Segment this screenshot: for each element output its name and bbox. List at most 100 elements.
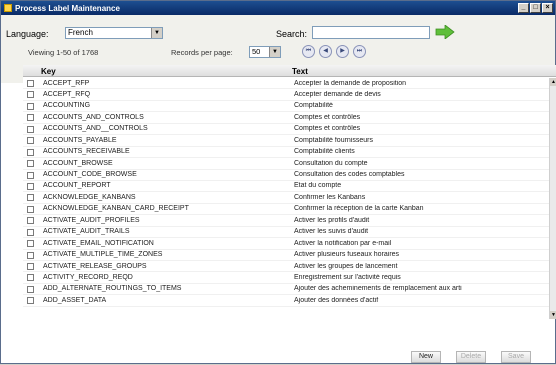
table-row[interactable]: ACCOUNTS_PAYABLE Comptabilité fournisseur… [23,135,549,147]
grid-rows: ACCEPT_RFP Accepter la demande de proposi… [23,78,549,307]
table-row[interactable]: ACTIVITY_RECORD_REQD Enregistrement sur l… [23,272,549,284]
language-value: French [68,28,93,37]
row-text: Activer les profils d'audit [294,216,370,224]
row-checkbox[interactable] [27,114,34,122]
row-text: Confirmer les Kanbans [294,193,366,201]
row-key: ACKNOWLEDGE_KANBAN_CARD_RECEIPT [43,205,189,213]
row-checkbox[interactable] [27,285,34,293]
app-icon [4,4,12,12]
row-checkbox[interactable] [27,240,34,248]
row-checkbox[interactable] [27,80,34,87]
row-text: Ajouter des données d'actif [294,296,379,304]
row-checkbox[interactable] [27,102,34,110]
row-checkbox[interactable] [27,182,34,190]
table-row[interactable]: ACCOUNTS_RECEIVABLE Comptabilité clients [23,147,549,159]
close-button[interactable]: × [542,3,553,13]
row-key: ACCEPT_RFQ [43,90,91,98]
row-key: ACTIVATE_AUDIT_PROFILES [43,216,140,224]
row-checkbox[interactable] [27,148,34,156]
table-row[interactable]: ACCEPT_RFQ Accepter demande de devis [23,89,549,101]
search-input[interactable] [312,26,430,39]
pager-bar: Viewing 1-50 of 1768 Records per page: 5… [23,44,535,60]
row-key: ACKNOWLEDGE_KANBANS [43,193,136,201]
previous-page-icon[interactable]: ◀ [319,45,332,58]
row-checkbox[interactable] [27,274,34,282]
new-button[interactable]: New [411,351,441,363]
table-row[interactable]: ADD_ASSET_DATA Ajouter des données d'acti… [23,295,549,307]
table-row[interactable]: ACKNOWLEDGE_KANBAN_CARD_RECEIPT Confirmer… [23,204,549,216]
scroll-down-icon[interactable]: ▼ [550,311,556,319]
row-checkbox[interactable] [27,205,34,213]
row-key: ADD_ALTERNATE_ROUTINGS_TO_ITEMS [43,285,182,293]
row-text: Accepter demande de devis [294,90,381,98]
scroll-up-icon[interactable]: ▲ [550,78,556,86]
table-row[interactable]: ACCOUNTING Comptabilité [23,101,549,113]
table-row[interactable]: ACCOUNT_CODE_BROWSE Consultation des code… [23,170,549,181]
delete-button[interactable]: Delete [456,351,486,363]
row-checkbox[interactable] [27,297,34,305]
table-row[interactable]: ACCEPT_RFP Accepter la demande de proposi… [23,78,549,90]
row-text: Accepter la demande de proposition [294,79,407,87]
table-row[interactable]: ACKNOWLEDGE_KANBANS Confirmer les Kanbans [23,192,549,204]
grid-header: Key Text [23,65,556,77]
table-row[interactable]: ACTIVATE_AUDIT_PROFILES Activer les profi… [23,215,549,227]
chevron-down-icon[interactable]: ▼ [151,28,162,38]
table-row[interactable]: ACTIVATE_EMAIL_NOTIFICATION Activer la no… [23,238,549,250]
row-key: ACCOUNT_REPORT [43,182,111,190]
chevron-down-icon[interactable]: ▼ [269,47,280,57]
next-page-icon[interactable]: ▶ [336,45,349,58]
row-key: ADD_ASSET_DATA [43,296,107,304]
go-arrow-icon[interactable] [435,25,455,39]
table-row[interactable]: ACTIVATE_MULTIPLE_TIME_ZONES Activer plus… [23,250,549,261]
table-row[interactable]: ACCOUNT_BROWSE Consultation du compte [23,158,549,170]
table-row[interactable]: ACCOUNTS_AND_CONTROLS Comptes et contrôle… [23,112,549,124]
row-text: Activer les suivis d'audit [294,228,369,236]
row-text: Enregistrement sur l'activité requis [294,273,401,281]
row-text: Comptabilité fournisseurs [294,136,373,144]
maximize-button[interactable]: □ [530,3,541,13]
table-row[interactable]: ADD_ALTERNATE_ROUTINGS_TO_ITEMS Ajouter d… [23,284,549,296]
row-checkbox[interactable] [27,160,34,168]
language-select[interactable]: French ▼ [65,27,163,39]
row-checkbox[interactable] [27,194,34,202]
row-checkbox[interactable] [27,251,34,259]
row-text: Consultation du compte [294,159,368,167]
row-checkbox[interactable] [27,91,34,99]
last-page-icon[interactable]: ⏭ [353,45,366,58]
row-text: Ajouter des acheminements de remplacemen… [294,285,462,293]
window-title: Process Label Maintenance [15,3,120,13]
row-key: ACCOUNTS_AND__CONTROLS [43,125,148,133]
viewing-count: Viewing 1-50 of 1768 [28,48,99,57]
row-checkbox[interactable] [27,263,34,270]
table-row[interactable]: ACCOUNTS_AND__CONTROLS Comptes et contrôl… [23,124,549,136]
row-checkbox[interactable] [27,228,34,236]
row-key: ACCOUNTING [43,102,91,110]
row-key: ACCOUNTS_RECEIVABLE [43,148,130,156]
table-row[interactable]: ACTIVATE_RELEASE_GROUPS Activer les group… [23,261,549,273]
column-header-key[interactable]: Key [41,67,56,76]
row-checkbox[interactable] [27,217,34,225]
row-checkbox[interactable] [27,137,34,145]
minimize-button[interactable]: _ [518,3,529,13]
table-row[interactable]: ACCOUNT_REPORT Etat du compte [23,181,549,193]
vertical-scrollbar[interactable]: ▲ ▼ [549,78,556,319]
row-key: ACCOUNT_BROWSE [43,159,113,167]
process-label-maintenance-window: Process Label Maintenance _ □ × Language… [0,0,556,364]
table-row[interactable]: ACTIVATE_AUDIT_TRAILS Activer les suivis … [23,227,549,239]
row-checkbox[interactable] [27,171,34,179]
row-text: Comptes et contrôles [294,125,361,133]
row-key: ACTIVITY_RECORD_REQD [43,273,133,281]
row-text: Comptabilité [294,102,333,110]
records-per-page-select[interactable]: 50 ▼ [249,46,281,58]
title-bar[interactable]: Process Label Maintenance _ □ × [1,1,555,15]
records-per-page-label: Records per page: [171,48,233,57]
row-key: ACCOUNTS_PAYABLE [43,136,117,144]
row-text: Activer la notification par e-mail [294,239,392,247]
row-text: Comptabilité clients [294,148,355,156]
save-button[interactable]: Save [501,351,531,363]
row-key: ACTIVATE_AUDIT_TRAILS [43,228,130,236]
row-text: Etat du compte [294,182,342,190]
row-checkbox[interactable] [27,125,34,133]
column-header-text[interactable]: Text [292,67,308,76]
first-page-icon[interactable]: ⏮ [302,45,315,58]
